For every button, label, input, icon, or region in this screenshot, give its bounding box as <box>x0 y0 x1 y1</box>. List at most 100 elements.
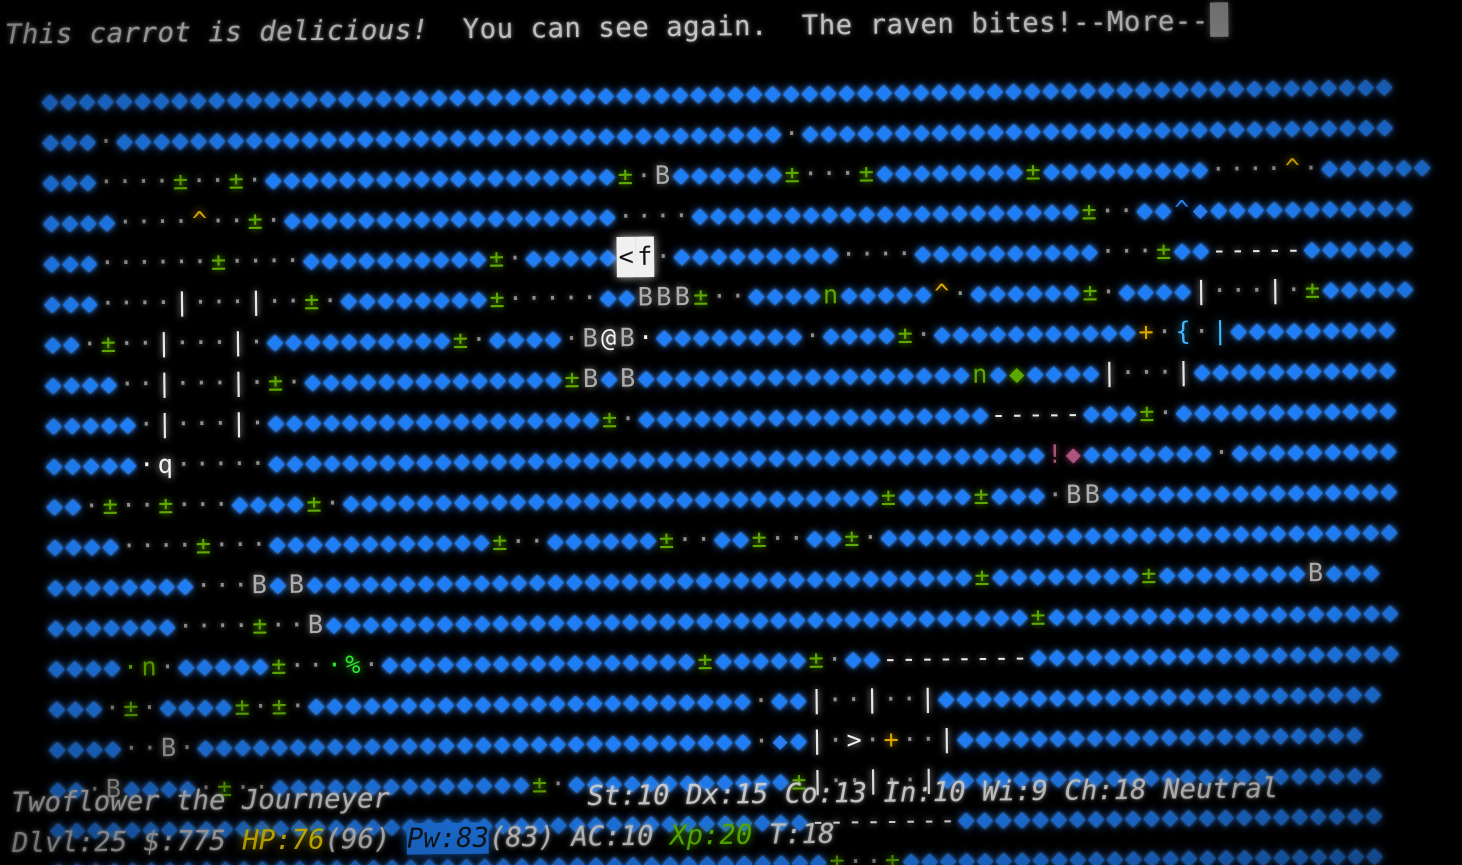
water-cell[interactable]: ◆ <box>696 722 715 763</box>
water-cell[interactable]: ◆ <box>378 401 397 442</box>
water-cell[interactable]: ◆ <box>1101 434 1120 475</box>
water-cell[interactable]: ◆ <box>1084 555 1103 596</box>
water-cell[interactable]: ◆ <box>1361 512 1380 553</box>
water-cell[interactable]: ◆ <box>658 601 677 642</box>
water-cell[interactable]: ◆ <box>970 314 989 355</box>
water-cell[interactable]: ◆ <box>359 361 378 402</box>
floor-cell[interactable]: · <box>285 362 304 403</box>
water-cell[interactable]: ◆ <box>399 604 418 645</box>
water-cell[interactable]: ◆ <box>1339 188 1358 229</box>
water-cell[interactable]: ◆ <box>843 599 862 640</box>
water-cell[interactable]: ◆ <box>1321 269 1340 310</box>
floor-cell[interactable]: · <box>134 202 153 243</box>
floor-cell[interactable]: · <box>863 720 882 761</box>
floor-cell[interactable]: · <box>251 686 270 727</box>
water-cell[interactable]: ◆ <box>657 479 676 520</box>
water-cell[interactable]: ◆ <box>322 402 341 443</box>
water-cell[interactable]: ◆ <box>1377 228 1396 269</box>
water-cell[interactable]: ◆ <box>59 122 78 163</box>
water-cell[interactable]: ◆ <box>1116 150 1135 191</box>
water-cell[interactable]: ◆ <box>1250 513 1269 554</box>
water-cell[interactable]: ◆ <box>528 602 547 643</box>
water-cell[interactable]: ◆ <box>1080 231 1099 272</box>
water-cell[interactable]: ◆ <box>377 361 396 402</box>
water-cell[interactable]: ◆ <box>1344 633 1363 674</box>
water-cell[interactable]: ◆ <box>1105 838 1124 865</box>
water-cell[interactable]: ◆ <box>1357 107 1376 148</box>
floor-cell[interactable]: · <box>178 728 197 769</box>
water-cell[interactable]: ◆ <box>412 118 431 159</box>
horizontal-wall-cell[interactable]: - <box>918 638 937 679</box>
floor-cell[interactable]: · <box>323 483 342 524</box>
water-cell[interactable]: ◆ <box>652 74 671 115</box>
water-cell[interactable]: ◆ <box>393 77 412 118</box>
water-cell[interactable]: ◆ <box>939 840 958 865</box>
water-cell[interactable]: ◆ <box>1194 514 1213 555</box>
water-cell[interactable]: ◆ <box>1359 350 1378 391</box>
horizontal-wall-cell[interactable]: - <box>936 638 955 679</box>
water-cell[interactable]: ◆ <box>486 117 505 158</box>
water-cell[interactable]: ◆ <box>784 235 803 276</box>
water-cell[interactable]: ◆ <box>672 236 691 277</box>
floor-cell[interactable]: · <box>194 565 213 606</box>
water-cell[interactable]: ◆ <box>727 155 746 196</box>
water-cell[interactable]: ◆ <box>508 440 527 481</box>
water-cell[interactable]: ◆ <box>377 320 396 361</box>
water-cell[interactable]: ◆ <box>1233 675 1252 716</box>
water-cell[interactable]: ◆ <box>374 78 393 119</box>
water-cell[interactable]: ◆ <box>1123 717 1142 758</box>
water-cell[interactable]: ◆ <box>1159 635 1178 676</box>
water-cell[interactable]: ◆ <box>1193 392 1212 433</box>
water-cell[interactable]: ◆ <box>1121 595 1140 636</box>
floor-cell[interactable]: · <box>876 234 895 275</box>
water-cell[interactable]: ◆ <box>621 642 640 683</box>
water-cell[interactable]: ◆ <box>767 397 786 438</box>
water-cell[interactable]: ◆ <box>1376 147 1395 188</box>
water-cell[interactable]: ◆ <box>1196 635 1215 676</box>
water-cell[interactable]: ◆ <box>880 598 899 639</box>
vertical-wall-cell[interactable]: | <box>1174 352 1193 393</box>
water-cell[interactable]: ◆ <box>895 274 914 315</box>
water-cell[interactable]: ◆ <box>911 71 930 112</box>
water-cell[interactable]: ◆ <box>584 642 603 683</box>
floor-cell[interactable]: · <box>140 728 159 769</box>
water-cell[interactable]: ◆ <box>711 398 730 439</box>
water-cell[interactable]: ◆ <box>529 643 548 684</box>
floor-cell[interactable]: · <box>120 526 139 567</box>
water-cell[interactable]: ◆ <box>1102 555 1121 596</box>
water-cell[interactable]: ◆ <box>488 319 507 360</box>
water-cell[interactable]: ◆ <box>66 729 85 770</box>
water-cell[interactable]: ◆ <box>916 476 935 517</box>
water-cell[interactable]: ◆ <box>450 239 469 280</box>
water-cell[interactable]: ◆ <box>454 562 473 603</box>
water-cell[interactable]: ◆ <box>655 358 674 399</box>
water-cell[interactable]: ◆ <box>42 203 61 244</box>
water-cell[interactable]: ◆ <box>770 680 789 721</box>
water-cell[interactable]: ◆ <box>357 240 376 281</box>
water-cell[interactable]: ◆ <box>1252 715 1271 756</box>
water-cell[interactable]: ◆ <box>289 726 308 767</box>
water-cell[interactable]: ◆ <box>729 357 748 398</box>
water-cell[interactable]: ◆ <box>602 561 621 602</box>
water-cell[interactable]: ◆ <box>470 360 489 401</box>
water-cell[interactable]: ◆ <box>263 79 282 120</box>
floor-cell[interactable]: · <box>1117 191 1136 232</box>
floor-cell[interactable]: · <box>844 679 863 720</box>
floor-cell[interactable]: · <box>154 282 173 323</box>
water-cell[interactable]: ◆ <box>524 238 543 279</box>
bat-or-bird-cell[interactable]: B <box>159 728 178 769</box>
water-cell[interactable]: ◆ <box>560 156 579 197</box>
water-cell[interactable]: ◆ <box>987 192 1006 233</box>
tree-cell[interactable]: ± <box>266 362 285 403</box>
water-cell[interactable]: ◆ <box>399 685 418 726</box>
floor-cell[interactable]: · <box>1301 148 1320 189</box>
nymph[interactable]: · <box>121 647 140 688</box>
water-cell[interactable]: ◆ <box>1289 674 1308 715</box>
water-cell[interactable]: ◆ <box>522 76 541 117</box>
water-cell[interactable]: ◆ <box>1214 635 1233 676</box>
floor-cell[interactable]: · <box>1227 149 1246 190</box>
water-cell[interactable]: ◆ <box>952 395 971 436</box>
water-cell[interactable]: ◆ <box>1061 191 1080 232</box>
water-cell[interactable]: ◆ <box>1235 837 1254 865</box>
water-cell[interactable]: ◆ <box>1246 189 1265 230</box>
